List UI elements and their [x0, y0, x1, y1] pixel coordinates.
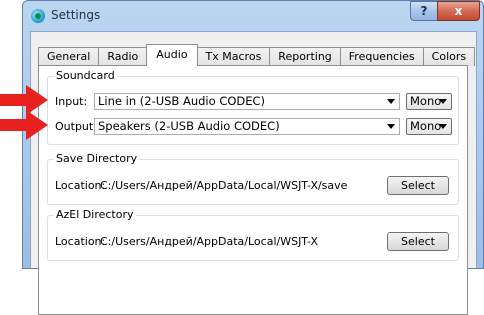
azel-directory-group: AzEl Directory Location: C:/Users/Андрей… — [47, 208, 459, 261]
tab-colors[interactable]: Colors — [422, 47, 476, 66]
save-directory-select-button[interactable]: Select — [387, 176, 449, 195]
soundcard-group: Soundcard Input: Line in (2-USB Audio CO… — [47, 69, 459, 145]
input-channel-value: Mono — [410, 94, 442, 108]
audio-tab-pane: Soundcard Input: Line in (2-USB Audio CO… — [38, 65, 468, 315]
output-device-select[interactable]: Speakers (2-USB Audio CODEC) — [94, 118, 400, 135]
tab-tx-macros[interactable]: Tx Macros — [196, 47, 271, 66]
settings-window: Settings ? x General Radio Audio Tx Macr… — [22, 0, 484, 315]
chevron-down-icon — [439, 124, 447, 129]
output-channel-value: Mono — [410, 119, 442, 133]
input-label: Input: — [55, 95, 88, 108]
chevron-down-icon — [387, 124, 395, 129]
title-bar[interactable]: Settings ? x — [23, 1, 483, 31]
azel-location-label: Location: — [55, 235, 106, 248]
azel-directory-path: C:/Users/Андрей/AppData/Local/WSJT-X — [100, 235, 318, 248]
window-title: Settings — [51, 8, 101, 22]
annotation-arrow-output — [0, 110, 48, 140]
save-location-label: Location: — [55, 179, 106, 192]
input-device-value: Line in (2-USB Audio CODEC) — [98, 94, 266, 108]
tab-audio[interactable]: Audio — [146, 44, 198, 66]
input-device-select[interactable]: Line in (2-USB Audio CODEC) — [94, 93, 400, 110]
soundcard-group-title: Soundcard — [54, 69, 117, 82]
chevron-down-icon — [439, 99, 447, 104]
tab-radio[interactable]: Radio — [98, 47, 148, 66]
help-button[interactable]: ? — [410, 1, 438, 21]
tab-reporting[interactable]: Reporting — [269, 47, 341, 66]
output-label: Output: — [55, 120, 97, 133]
chevron-down-icon — [387, 99, 395, 104]
close-button[interactable]: x — [437, 1, 480, 21]
tab-bar: General Radio Audio Tx Macros Reporting … — [38, 44, 476, 66]
save-directory-title: Save Directory — [54, 152, 140, 165]
azel-directory-select-button[interactable]: Select — [387, 232, 449, 251]
output-device-value: Speakers (2-USB Audio CODEC) — [98, 119, 280, 133]
save-directory-group: Save Directory Location: C:/Users/Андрей… — [47, 152, 459, 205]
tab-frequencies[interactable]: Frequencies — [339, 47, 424, 66]
input-channel-select[interactable]: Mono — [406, 93, 452, 110]
dialog-client-area: General Radio Audio Tx Macros Reporting … — [30, 31, 477, 315]
app-icon — [31, 9, 45, 23]
azel-directory-title: AzEl Directory — [54, 208, 136, 221]
output-channel-select[interactable]: Mono — [406, 118, 452, 135]
tab-general[interactable]: General — [38, 47, 100, 66]
save-directory-path: C:/Users/Андрей/AppData/Local/WSJT-X/sav… — [100, 179, 348, 192]
